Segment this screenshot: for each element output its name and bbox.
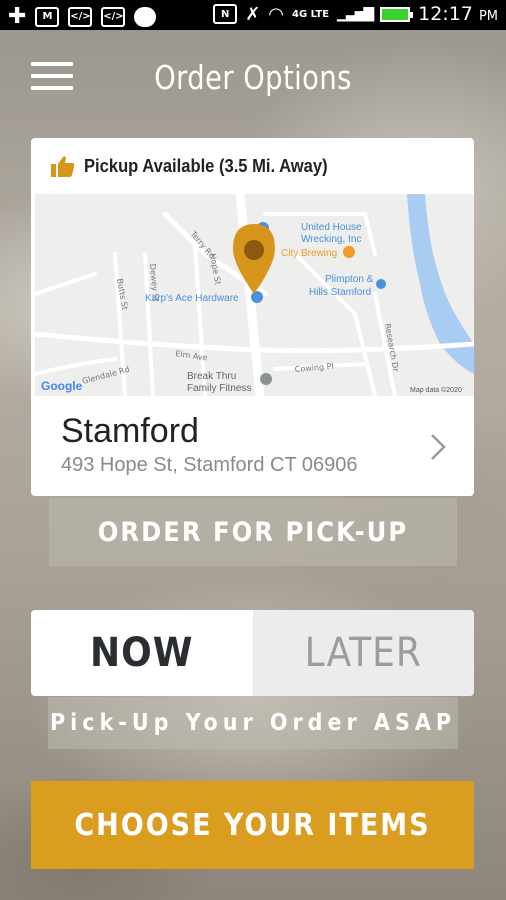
poi-marker [343, 246, 355, 258]
code-icon: </> [101, 6, 126, 27]
poi-marker [376, 279, 386, 289]
chat-icon [134, 6, 157, 27]
poi-label: Break Thru [187, 371, 236, 382]
order-for-pickup-button[interactable]: ORDER FOR PICK-UP [49, 498, 457, 566]
poi-label: Wrecking, Inc [301, 234, 361, 245]
pickup-availability: Pickup Available (3.5 Mi. Away) [31, 138, 474, 194]
poi-label: City Brewing [281, 248, 337, 259]
poi-marker [260, 373, 272, 385]
wifi-icon: ◠ [268, 3, 285, 25]
timing-caption: Pick-Up Your Order ASAP [48, 697, 458, 749]
poi-marker [251, 291, 263, 303]
network-type: 4G LTE [292, 8, 330, 20]
battery-icon [380, 6, 414, 22]
plus-icon: ✚ [8, 4, 27, 29]
mute-icon: ✗ [245, 3, 261, 25]
location-name: Stamford [61, 412, 199, 450]
choose-items-button[interactable]: CHOOSE YOUR ITEMS [31, 781, 474, 869]
poi-label: Plimpton & [325, 274, 374, 285]
nfc-icon: N [213, 4, 238, 24]
chevron-right-icon [431, 434, 446, 460]
signal-icon: ▁▃▅▇ [337, 6, 374, 22]
map-attribution: Map data ©2020 [410, 386, 462, 394]
timing-toggle: NOW LATER [31, 610, 474, 696]
poi-label: Hills Stamford [309, 287, 371, 298]
poi-label: Family Fitness [187, 383, 251, 394]
code-icon: </> [68, 6, 93, 27]
google-logo: Google [41, 379, 83, 393]
map[interactable]: Terry Rd Butts St Dewey St Hope St Elm A… [35, 194, 474, 396]
now-option[interactable]: NOW [31, 610, 253, 696]
pickup-label: Pickup Available (3.5 Mi. Away) [84, 155, 328, 176]
location-address: 493 Hope St, Stamford CT 06906 [61, 454, 358, 476]
location-card: Pickup Available (3.5 Mi. Away) Terry Rd… [31, 138, 474, 496]
location-selector[interactable]: Stamford 493 Hope St, Stamford CT 06906 [31, 396, 474, 496]
poi-label: United House [301, 222, 362, 233]
header: Order Options [0, 30, 506, 126]
status-bar: ✚ M </> </> N ✗ ◠ 4G LTE ▁▃▅▇ 12:17 PM [0, 0, 506, 30]
page-title: Order Options [154, 58, 352, 97]
later-option[interactable]: LATER [252, 610, 474, 696]
gmail-icon: M [35, 6, 60, 27]
clock: 12:17 PM [418, 3, 498, 25]
poi-label: Karp's Ace Hardware [145, 293, 239, 304]
thumbs-up-icon [51, 156, 75, 177]
